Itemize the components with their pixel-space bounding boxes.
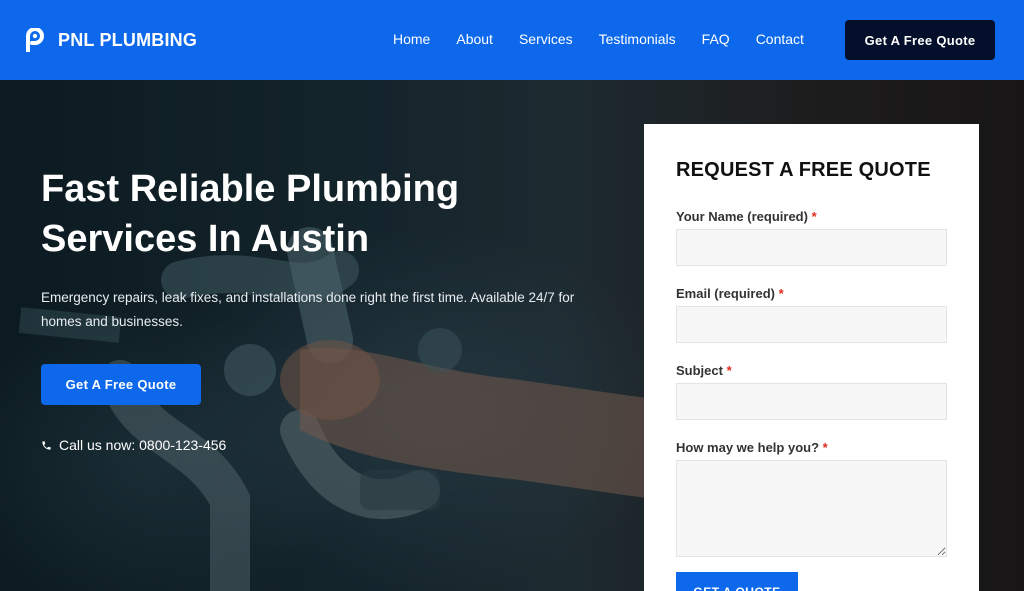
email-field-group: Email (required) *: [676, 286, 947, 343]
required-mark: *: [811, 209, 817, 224]
subject-field[interactable]: [676, 383, 947, 420]
logo-icon: [26, 28, 44, 52]
hero-title-line-1: Fast Reliable Plumbing: [41, 168, 460, 210]
email-field-label: Email (required) *: [676, 286, 784, 301]
nav-about[interactable]: About: [456, 31, 493, 47]
subject-field-group: Subject *: [676, 363, 947, 420]
get-a-quote-button[interactable]: GET A QUOTE: [676, 572, 798, 591]
logo-text: PNL PLUMBING: [58, 29, 198, 50]
hero-title: Fast Reliable Plumbing Services In Austi…: [41, 164, 561, 264]
hero-subtitle: Emergency repairs, leak fixes, and insta…: [41, 290, 575, 329]
logo[interactable]: PNL PLUMBING: [24, 28, 197, 52]
quote-form-title: REQUEST A FREE QUOTE: [676, 159, 931, 181]
message-field-label: How may we help you? *: [676, 440, 828, 455]
call-us[interactable]: Call us now: 0800-123-456: [41, 437, 226, 453]
hero-section: Fast Reliable Plumbing Services In Austi…: [0, 80, 1024, 591]
subject-field-label: Subject *: [676, 363, 732, 378]
nav-testimonials[interactable]: Testimonials: [599, 31, 676, 47]
quote-form-card: REQUEST A FREE QUOTE Your Name (required…: [644, 124, 979, 591]
nav-home[interactable]: Home: [393, 31, 430, 47]
name-field-group: Your Name (required) *: [676, 209, 947, 266]
required-mark: *: [822, 440, 828, 455]
main-nav: Home About Services Testimonials FAQ Con…: [393, 31, 830, 47]
required-mark: *: [726, 363, 732, 378]
header-quote-button[interactable]: Get A Free Quote: [845, 20, 995, 60]
hero-title-line-2: Services In Austin: [41, 218, 370, 260]
site-header: PNL PLUMBING Home About Services Testimo…: [0, 0, 1024, 80]
required-mark: *: [778, 286, 784, 301]
phone-icon: [42, 440, 51, 450]
nav-services[interactable]: Services: [519, 31, 573, 47]
message-field[interactable]: [676, 460, 947, 557]
message-field-group: How may we help you? *: [676, 440, 947, 557]
email-field[interactable]: [676, 306, 947, 343]
name-field[interactable]: [676, 229, 947, 266]
call-us-text: Call us now: 0800-123-456: [59, 437, 227, 453]
nav-contact[interactable]: Contact: [756, 31, 804, 47]
nav-faq[interactable]: FAQ: [702, 31, 730, 47]
name-field-label: Your Name (required) *: [676, 209, 817, 224]
hero-quote-button[interactable]: Get A Free Quote: [41, 364, 201, 405]
